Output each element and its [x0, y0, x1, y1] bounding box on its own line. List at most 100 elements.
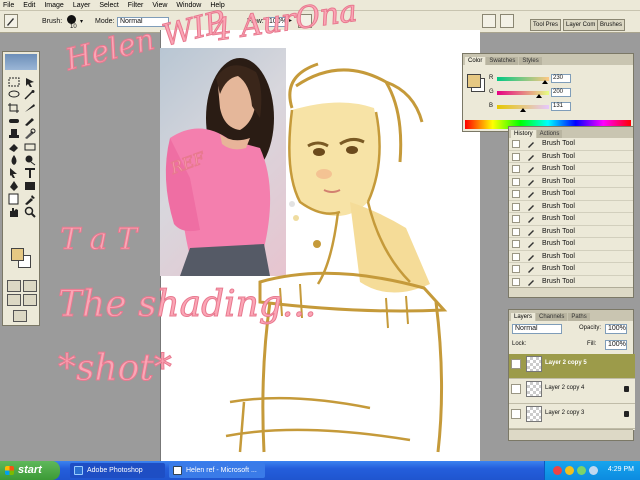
tool-crop[interactable] — [7, 102, 21, 114]
history-snapshot-checkbox[interactable] — [512, 240, 520, 248]
menu-item-select[interactable]: Select — [99, 2, 118, 9]
tool-zoom[interactable] — [23, 206, 37, 218]
quick-mask-on-button[interactable] — [23, 280, 37, 292]
history-item[interactable]: Brush Tool — [509, 263, 633, 276]
layer-visibility-eye-icon[interactable] — [511, 409, 521, 419]
green-value-field[interactable]: 200 — [551, 88, 571, 97]
tray-messenger-icon[interactable] — [577, 466, 586, 475]
history-snapshot-checkbox[interactable] — [512, 165, 520, 173]
history-snapshot-checkbox[interactable] — [512, 252, 520, 261]
tab-channels[interactable]: Channels — [536, 313, 568, 321]
tab-history[interactable]: History — [511, 130, 536, 138]
red-slider[interactable]: R 230 — [489, 74, 571, 84]
layer-row[interactable]: Layer 2 copy 5 — [509, 354, 635, 379]
history-snapshot-checkbox[interactable] — [512, 227, 520, 236]
tray-volume-icon[interactable] — [589, 466, 598, 475]
red-value-field[interactable]: 230 — [551, 74, 571, 83]
tool-notes[interactable] — [7, 193, 21, 205]
tool-path-selection[interactable] — [7, 167, 21, 179]
layer-visibility-eye-icon[interactable] — [511, 384, 521, 394]
tool-gradient[interactable] — [23, 141, 37, 153]
toolbox-foreground-swatch[interactable] — [11, 248, 24, 261]
history-snapshot-checkbox[interactable] — [512, 202, 520, 211]
history-snapshot-checkbox[interactable] — [512, 277, 520, 286]
menu-item-edit[interactable]: Edit — [23, 2, 35, 9]
jump-to-imageready-button[interactable] — [13, 310, 27, 322]
blue-value-field[interactable]: 131 — [551, 102, 571, 111]
menu-item-layer[interactable]: Layer — [73, 2, 91, 9]
history-item[interactable]: Brush Tool — [509, 226, 633, 238]
menu-item-window[interactable]: Window — [176, 2, 201, 9]
tool-move[interactable] — [23, 76, 37, 88]
tool-eraser[interactable] — [7, 141, 21, 153]
tool-dodge[interactable] — [23, 154, 37, 166]
tool-eyedropper[interactable] — [23, 193, 37, 205]
green-slider[interactable]: G 200 — [489, 88, 571, 98]
layer-thumbnail[interactable] — [526, 406, 542, 422]
history-item[interactable]: Brush Tool — [509, 188, 633, 201]
tool-lasso[interactable] — [7, 89, 21, 101]
tool-type[interactable] — [23, 167, 37, 179]
history-item[interactable]: Brush Tool — [509, 176, 633, 188]
history-item[interactable]: Brush Tool — [509, 201, 633, 213]
tool-healing-brush[interactable] — [7, 115, 21, 127]
tab-actions[interactable]: Actions — [536, 130, 563, 138]
palette-toggle-button[interactable] — [500, 14, 514, 28]
tool-shape[interactable] — [23, 180, 37, 192]
tab-swatches[interactable]: Swatches — [486, 57, 519, 65]
tool-history-brush[interactable] — [23, 128, 37, 140]
brush-preview-icon[interactable] — [67, 15, 76, 24]
menu-item-view[interactable]: View — [152, 2, 167, 9]
tool-slice[interactable] — [23, 102, 37, 114]
fill-field[interactable]: 100% — [605, 340, 627, 350]
layer-row[interactable]: Layer 2 copy 4 — [509, 379, 635, 404]
history-snapshot-checkbox[interactable] — [512, 190, 520, 198]
layer-visibility-eye-icon[interactable] — [511, 359, 521, 369]
tray-network-icon[interactable] — [565, 466, 574, 475]
quick-mask-off-button[interactable] — [7, 280, 21, 292]
start-button[interactable]: start — [0, 461, 60, 480]
tab-layers[interactable]: Layers — [511, 313, 536, 321]
history-item[interactable]: Brush Tool — [509, 238, 633, 251]
file-browser-button[interactable] — [482, 14, 496, 28]
tab-styles[interactable]: Styles — [519, 57, 542, 65]
tray-antivirus-icon[interactable] — [553, 466, 562, 475]
tool-blur[interactable] — [7, 154, 21, 166]
taskbar-item-helen-ref[interactable]: Helen ref - Microsoft ... — [169, 463, 265, 478]
screen-mode-full-button[interactable] — [23, 294, 37, 306]
green-thumb[interactable] — [536, 94, 542, 98]
photoshop-feather-icon[interactable] — [5, 54, 37, 70]
palette-well-brushes[interactable]: Brushes — [597, 19, 626, 31]
history-snapshot-checkbox[interactable] — [512, 177, 520, 186]
history-item[interactable]: Brush Tool — [509, 213, 633, 226]
menu-item-filter[interactable]: Filter — [128, 2, 144, 9]
menu-item-image[interactable]: Image — [44, 2, 63, 9]
tool-hand[interactable] — [7, 206, 21, 218]
history-snapshot-checkbox[interactable] — [512, 215, 520, 223]
palette-well-layer-comps[interactable]: Layer Com — [563, 19, 599, 31]
blend-mode-select[interactable]: Normal — [512, 324, 562, 334]
tab-color[interactable]: Color — [465, 57, 486, 65]
history-snapshot-checkbox[interactable] — [512, 140, 520, 148]
history-snapshot-checkbox[interactable] — [512, 265, 520, 273]
history-item[interactable]: Brush Tool — [509, 151, 633, 163]
palette-well-tool-presets[interactable]: Tool Pres — [530, 19, 562, 31]
layer-row[interactable]: Layer 2 copy 3 — [509, 404, 635, 429]
tab-paths[interactable]: Paths — [568, 313, 590, 321]
history-item[interactable]: Brush Tool — [509, 251, 633, 263]
layer-thumbnail[interactable] — [526, 356, 542, 372]
chevron-down-icon[interactable]: ▾ — [80, 18, 83, 25]
screen-mode-standard-button[interactable] — [7, 294, 21, 306]
menu-item-file[interactable]: File — [3, 2, 14, 9]
layer-thumbnail[interactable] — [526, 381, 542, 397]
tool-preset-picker[interactable] — [4, 14, 18, 28]
history-snapshot-checkbox[interactable] — [512, 152, 520, 161]
history-item[interactable]: Brush Tool — [509, 138, 633, 151]
red-thumb[interactable] — [542, 80, 548, 84]
tool-pen[interactable] — [7, 180, 21, 192]
opacity-field[interactable]: 100% — [605, 324, 627, 334]
foreground-color-swatch[interactable] — [467, 74, 481, 88]
tool-magic-wand[interactable] — [23, 89, 37, 101]
history-item[interactable]: Brush Tool — [509, 163, 633, 176]
tool-brush[interactable] — [23, 115, 37, 127]
